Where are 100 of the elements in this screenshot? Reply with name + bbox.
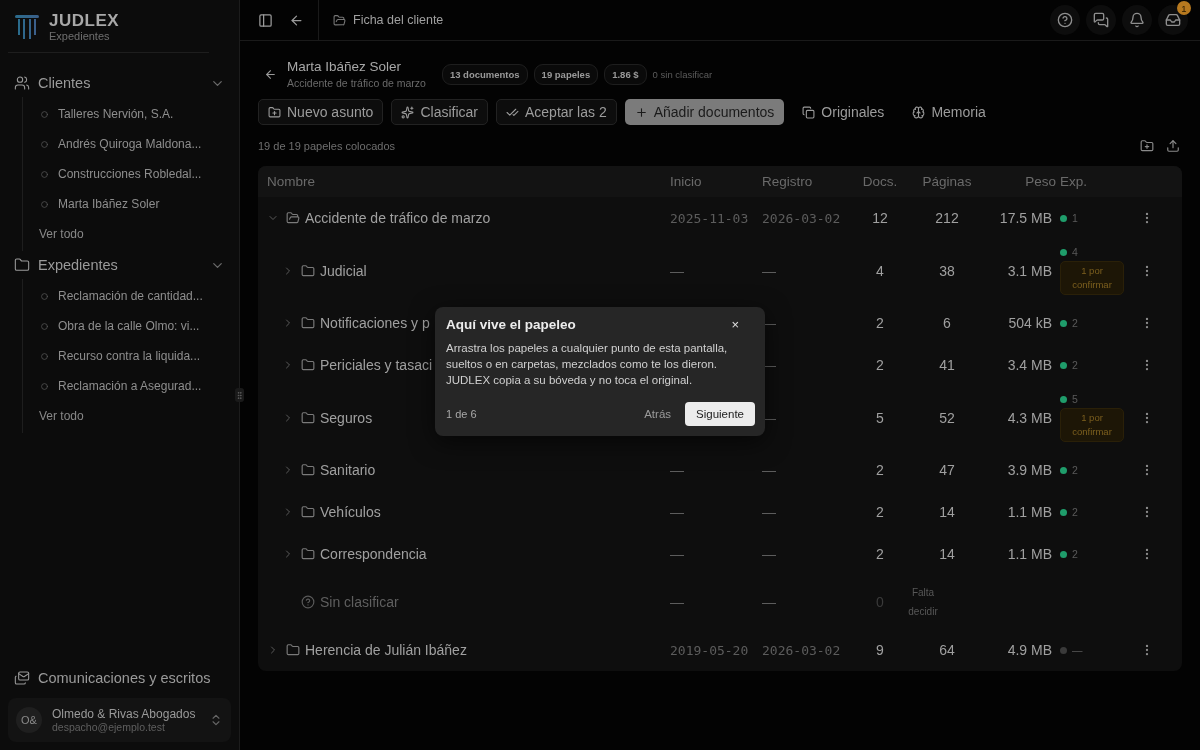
sidebar-item[interactable]: Talleres Nervión, S.A. (23, 99, 231, 129)
exp-count: 2 (1072, 548, 1078, 560)
column-header: Exp. (1060, 174, 1087, 189)
resize-handle[interactable] (235, 388, 244, 402)
users-icon (14, 75, 30, 91)
sidebar-item[interactable]: Recurso contra la liquida... (23, 341, 231, 371)
file-size: 3.9 MB (1007, 462, 1052, 478)
row-name[interactable]: Correspondencia (320, 546, 427, 562)
see-all-link[interactable]: Ver todo (23, 401, 231, 431)
back-arrow-icon[interactable] (289, 12, 304, 28)
exp-count: 2 (1072, 359, 1078, 371)
count-chip: 19 papeles (533, 63, 599, 85)
registry-date: — (762, 462, 776, 478)
count-chip: 1.86 $ (604, 63, 647, 85)
column-header: Páginas (922, 174, 972, 189)
inbox-icon (1165, 12, 1181, 28)
see-all-link[interactable]: Ver todo (23, 219, 231, 249)
folder-icon (14, 257, 30, 273)
folder-icon (301, 358, 315, 372)
pages-count: 41 (939, 357, 955, 373)
sidebar-item[interactable]: Reclamación a Asegurad... (23, 371, 231, 401)
toolbar-button[interactable]: Nuevo asunto (258, 99, 384, 125)
sidebar-item[interactable]: Reclamación de cantidad... (23, 281, 231, 311)
notification-badge: 1 (1177, 1, 1191, 15)
notifications-button[interactable] (1122, 5, 1152, 35)
docs-count: 5 (876, 409, 884, 426)
row-name[interactable]: Vehículos (320, 504, 381, 520)
pending-badge: 1 por confirmar (1060, 261, 1124, 295)
row-name[interactable]: Herencia de Julián Ibáñez (305, 642, 467, 658)
row-name[interactable]: Judicial (320, 262, 367, 279)
next-button[interactable]: Siguiente (685, 402, 755, 426)
bullet-icon (41, 200, 48, 208)
sidebar-toggle-icon[interactable] (258, 12, 273, 28)
toolbar-button[interactable]: Añadir documentos (624, 99, 785, 125)
sidebar-link[interactable]: Comunicaciones y escritos (8, 664, 231, 692)
file-size: 3.4 MB (1007, 357, 1052, 373)
toolbar-button[interactable]: Aceptar las 2 (496, 99, 617, 125)
row-name[interactable]: Notificaciones y p (320, 315, 430, 331)
messages-button[interactable] (1086, 5, 1116, 35)
bullet-icon (41, 352, 48, 360)
row-name[interactable]: Accidente de tráfico de marzo (305, 210, 491, 226)
column-header: Peso (1025, 174, 1056, 189)
question-icon (301, 595, 315, 609)
folder-plus-icon[interactable] (1140, 139, 1154, 153)
sidebar-item[interactable]: Construcciones Robledal... (23, 159, 231, 189)
registry-date: 2026-03-02 (762, 210, 841, 226)
open-folder-icon (286, 211, 300, 225)
copy-icon (802, 105, 816, 119)
column-header: Nombre (267, 174, 315, 189)
account-switcher[interactable]: O& Olmedo & Rivas Abogados despacho@ejemplo.test (8, 698, 231, 742)
pages-count: 52 (939, 409, 955, 426)
row-name[interactable]: Sanitario (320, 462, 376, 478)
start-date: — (670, 504, 684, 520)
bell-icon (1129, 12, 1145, 28)
file-size: 1.1 MB (1007, 504, 1052, 520)
row-name[interactable]: Seguros (320, 409, 373, 426)
sidebar-item[interactable]: Obra de la calle Olmo: vi... (23, 311, 231, 341)
close-button[interactable]: × (731, 317, 755, 332)
sidebar-section-header[interactable]: Expedientes (8, 251, 231, 279)
registry-date: — (762, 546, 776, 562)
exp-count: 4 (1072, 246, 1078, 258)
step-counter: 1 de 6 (446, 408, 478, 420)
column-header: Docs. (862, 174, 898, 189)
status-text: Falta decidir (907, 586, 939, 619)
bullet-icon (41, 110, 48, 118)
exp-count: 2 (1072, 464, 1078, 476)
pages-count: 64 (939, 642, 955, 658)
column-header: Registro (762, 174, 813, 189)
sidebar-item[interactable]: Andrés Quiroga Maldona... (23, 129, 231, 159)
start-date: — (670, 462, 684, 478)
toolbar-button[interactable]: Originales (792, 99, 895, 125)
sidebar-item[interactable]: Marta Ibáñez Soler (23, 189, 231, 219)
row-name[interactable]: Periciales y tasaci (320, 357, 433, 373)
help-icon (1057, 12, 1073, 28)
start-date: 2019-05-20 (670, 642, 749, 658)
file-size: 4.3 MB (1007, 409, 1052, 426)
help-button[interactable] (1050, 5, 1080, 35)
exp-count: 1 (1072, 212, 1078, 224)
toolbar-button[interactable]: Memoria (902, 99, 996, 125)
toolbar-button[interactable]: Clasificar (391, 99, 488, 125)
bullet-icon (41, 322, 48, 330)
back-button[interactable]: Atrás (644, 408, 672, 420)
registry-date: — (762, 594, 776, 610)
sidebar-section-header[interactable]: Clientes (8, 69, 231, 97)
client-name: Marta Ibáñez Soler (287, 59, 403, 74)
back-arrow-icon[interactable] (264, 67, 277, 81)
registry-date: 2026-03-02 (762, 642, 841, 658)
exp-count: 2 (1072, 317, 1078, 329)
folder-icon (301, 316, 315, 330)
upload-icon[interactable] (1166, 139, 1180, 153)
bullet-icon (41, 292, 48, 300)
case-subtitle: Accidente de tráfico de marzo (287, 77, 426, 89)
column-logo-icon (14, 13, 40, 41)
registry-date: — (762, 262, 776, 279)
folder-icon (301, 463, 315, 477)
folder-icon (301, 505, 315, 519)
file-size: 3.1 MB (1007, 262, 1052, 279)
file-size: 4.9 MB (1007, 642, 1052, 658)
folder-plus-icon (268, 105, 281, 119)
exp-count: — (1072, 644, 1083, 656)
